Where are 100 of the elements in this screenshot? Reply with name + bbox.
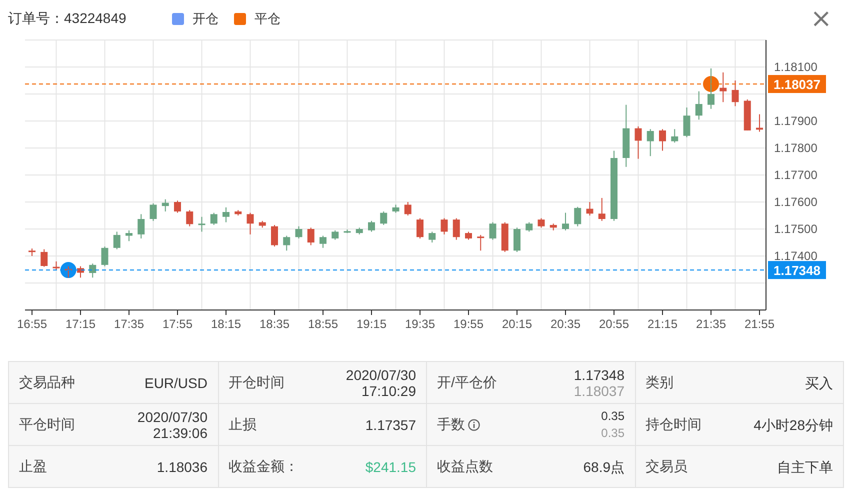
- axis-label: 20:55: [598, 317, 630, 331]
- candlestick: [501, 222, 508, 252]
- candlestick: [40, 248, 48, 268]
- candlestick: [77, 266, 84, 278]
- order-number: 订单号：43224849: [8, 10, 126, 28]
- field-label: 收益点数: [437, 458, 493, 476]
- axis-label: 19:35: [404, 317, 436, 331]
- candlestick: [320, 235, 326, 248]
- axis-label: 21:35: [696, 317, 726, 331]
- axis-label: 17:15: [65, 317, 96, 331]
- trade-marker: [703, 76, 719, 92]
- candlestick: [671, 128, 678, 144]
- axis-label: 18:15: [210, 317, 242, 331]
- field-value: 1.17348: [574, 366, 624, 382]
- axis-label: 1.17400: [774, 249, 818, 263]
- candlestick: [744, 98, 751, 131]
- candlestick: [598, 197, 606, 222]
- candlestick: [52, 260, 60, 270]
- candlestick: [186, 210, 194, 227]
- ref-line-label: 1.17348: [774, 263, 820, 278]
- candlestick: [732, 80, 739, 107]
- candlestick: [138, 214, 145, 239]
- field-label: 类别: [646, 374, 674, 392]
- candlestick: [465, 231, 472, 240]
- candlestick: [622, 104, 630, 168]
- candlestick: [574, 206, 582, 227]
- candlestick: [126, 230, 132, 242]
- axis-label: 19:15: [356, 317, 387, 331]
- field-label: 手数: [437, 416, 465, 434]
- candlestick: [452, 218, 460, 240]
- candlestick: [708, 68, 714, 110]
- candlestick: [659, 128, 666, 152]
- candlestick: [634, 126, 642, 160]
- candlestick: [283, 235, 290, 252]
- candlestick: [344, 229, 351, 234]
- candlestick: [332, 230, 339, 240]
- price-tag: 1.18037: [768, 75, 826, 93]
- candlestick: [89, 263, 96, 278]
- candlestick: [538, 218, 545, 228]
- candlestick: [101, 246, 108, 267]
- candlestick: [477, 234, 484, 252]
- field-value: 自主下单: [777, 458, 833, 474]
- field-label: 止损: [228, 416, 256, 434]
- candlestick: [392, 204, 400, 214]
- close-button[interactable]: ×: [806, 6, 836, 32]
- axis-label: 17:35: [114, 317, 144, 331]
- field-value: 1.18036: [156, 458, 208, 474]
- field-value: 4小时28分钟: [754, 416, 833, 432]
- candlestick: [489, 222, 496, 240]
- candlestick: [550, 223, 557, 231]
- candlestick: [307, 227, 314, 246]
- ref-line-label: 1.18037: [774, 77, 820, 92]
- candlestick: [416, 218, 424, 239]
- candlestick: [174, 200, 181, 214]
- candlestick: [720, 72, 727, 103]
- field-value: 0.35: [601, 408, 624, 424]
- axis-label: 1.17700: [774, 168, 818, 182]
- candlestick: [368, 220, 375, 232]
- legend-label: 开仓: [192, 10, 218, 28]
- candlestick: [258, 220, 266, 228]
- legend-label: 平仓: [254, 10, 280, 28]
- candlestick: [586, 202, 594, 216]
- axis-label: 21:55: [744, 317, 775, 331]
- field-value: 2020/07/30: [137, 408, 208, 424]
- field-label: 开仓时间: [228, 374, 284, 392]
- candlestick: [514, 227, 520, 252]
- field-value: 17:10:29: [362, 382, 416, 398]
- field-value: 21:39:06: [153, 424, 208, 440]
- candlestick: [380, 210, 388, 226]
- candlestick: [404, 202, 412, 216]
- axis-label: 18:35: [259, 317, 290, 331]
- candlestick: [526, 222, 533, 232]
- candlestick: [246, 212, 254, 235]
- trade-marker: [60, 262, 76, 278]
- candlestick: [428, 231, 436, 243]
- axis-label: 1.17500: [774, 222, 818, 236]
- candlestick: [210, 212, 218, 226]
- field-label: 持仓时间: [646, 416, 702, 434]
- field-label: 收益金额：: [228, 458, 298, 476]
- candlestick: [222, 206, 230, 223]
- axis-label: 16:55: [16, 317, 48, 331]
- field-value: 1.17357: [365, 416, 416, 432]
- candlestick: [646, 128, 654, 157]
- axis-label: 1.18100: [774, 60, 818, 74]
- field-label: 止盈: [19, 458, 47, 476]
- field-value: 0.35: [601, 424, 624, 442]
- axis-label: 1.17900: [774, 114, 818, 128]
- candlestick: [562, 212, 569, 231]
- axis-label: 18:55: [308, 317, 338, 331]
- candlestick: [198, 216, 206, 232]
- candlestick: [356, 227, 363, 235]
- candlestick: [271, 224, 278, 248]
- candlestick: [113, 231, 120, 250]
- price-tag: 1.17348: [768, 261, 826, 280]
- info-icon[interactable]: [468, 418, 480, 430]
- candlestick: [162, 198, 169, 212]
- axis-label: 1.17800: [774, 141, 818, 155]
- axis-label: 20:15: [502, 317, 532, 331]
- field-value: 1.18037: [574, 382, 624, 398]
- field-value: EUR/USD: [144, 374, 208, 390]
